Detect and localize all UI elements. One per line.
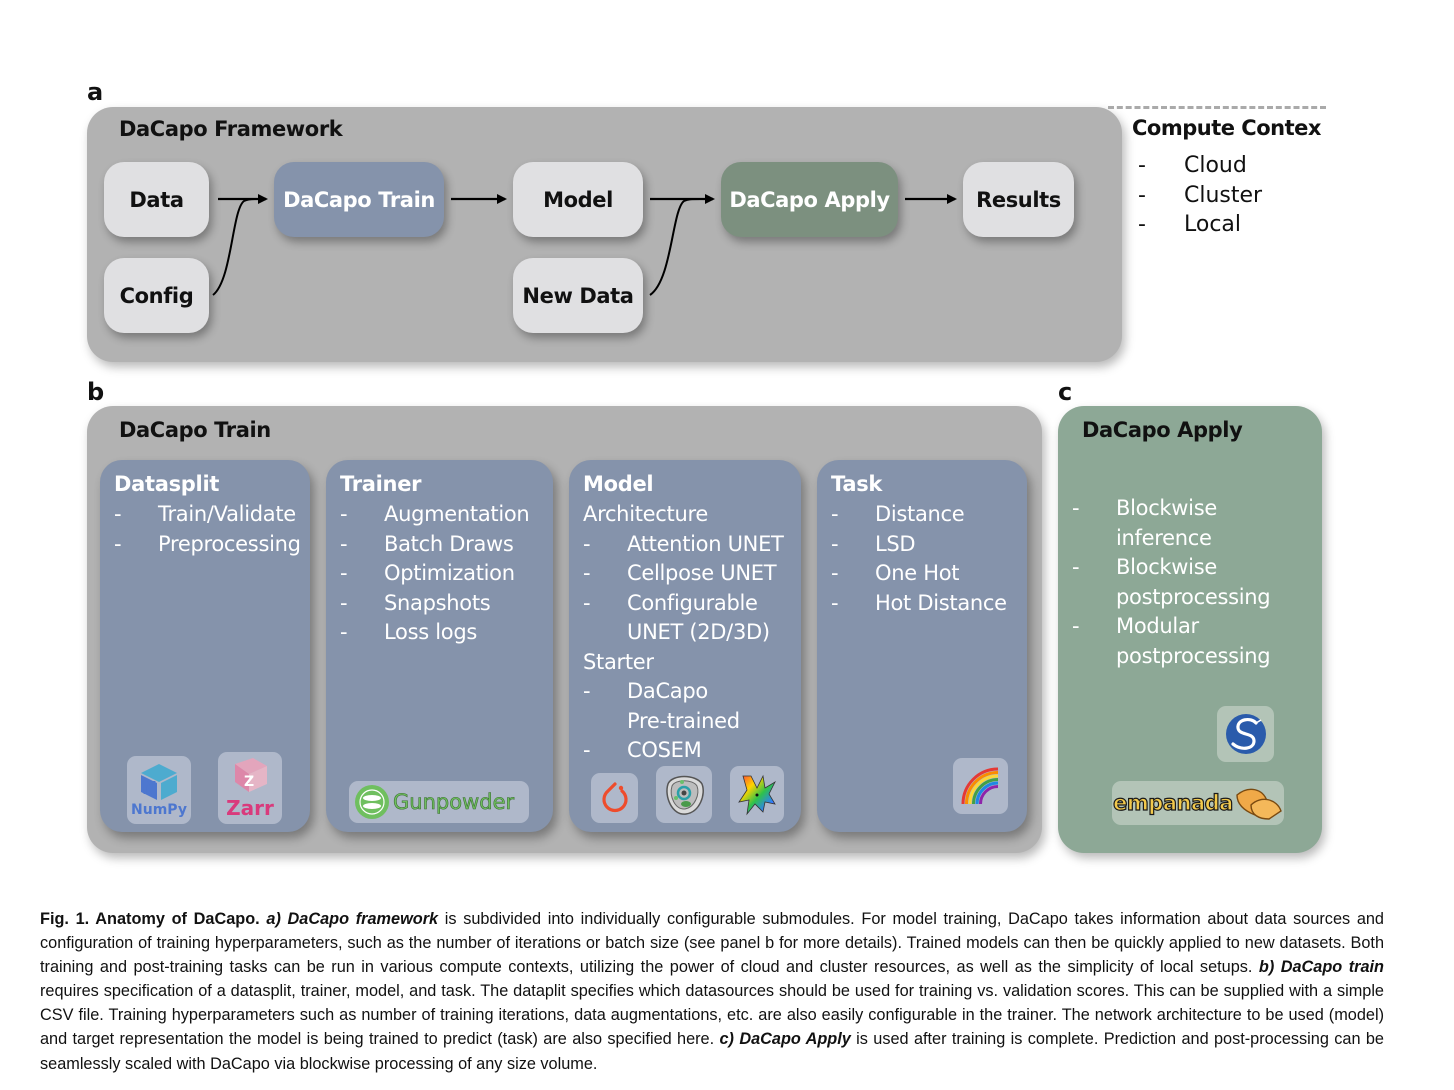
framework-title: DaCapo Framework [119, 117, 343, 141]
gunpowder-logo: Gunpowder [349, 781, 529, 823]
list-item-continuation: UNET (2D/3D) [627, 620, 770, 644]
list-item: - Distance [831, 502, 965, 526]
list-item: - Blockwise [1072, 496, 1217, 520]
empanada-logo: empanada [1112, 781, 1284, 825]
caption-fig-label: Fig. 1. Anatomy of DaCapo. [40, 910, 260, 928]
list-item: - Cellpose UNET [583, 561, 777, 585]
list-item: - Augmentation [340, 502, 530, 526]
caption-a-label: a) DaCapo framework [266, 910, 439, 928]
pytorch-icon [601, 782, 628, 813]
rainbow-logo [953, 758, 1008, 814]
list-item: - Snapshots [340, 590, 491, 615]
compute-context-item: - Cloud [1138, 153, 1247, 178]
compute-context-item: - Local [1138, 212, 1242, 237]
data-node: Data [104, 162, 209, 237]
list-item: - Preprocessing [114, 531, 301, 556]
architecture-heading: Architecture [583, 502, 708, 526]
rainbow-icon [961, 767, 998, 805]
zarr-logo: Z Zarr [218, 752, 282, 824]
numpy-label: NumPy [131, 802, 187, 818]
numpy-cube-icon: N [141, 764, 177, 800]
trainer-card: Trainer - Augmentation - Batch Draws - Opti… [326, 460, 553, 832]
caption-b-label: b) DaCapo train [1258, 958, 1384, 977]
list-item: - LSD [831, 531, 916, 556]
config-node: Config [104, 258, 209, 333]
svg-text:N: N [142, 778, 157, 799]
list-item: - Blockwise [1072, 555, 1217, 579]
gunpowder-label: Gunpowder [393, 790, 515, 815]
list-item: - Train/Validate [114, 502, 296, 526]
compute-context-title: Compute Contex [1132, 116, 1321, 140]
list-item: - Attention UNET [583, 531, 784, 556]
scipy-icon [1225, 714, 1266, 754]
dacapo-apply-node: DaCapo Apply [721, 162, 898, 237]
list-item: - Hot Distance [831, 590, 1007, 615]
gunpowder-seal-icon [355, 785, 389, 819]
neuron-icon [738, 774, 776, 815]
svg-text:Z: Z [244, 774, 254, 790]
train-panel-title: DaCapo Train [119, 418, 271, 442]
datasplit-title: Datasplit [114, 472, 220, 496]
trainer-title: Trainer [340, 472, 422, 496]
list-item-continuation: postprocessing [1116, 584, 1271, 609]
panel-label-c: c [1058, 378, 1073, 406]
starter-heading: Starter [583, 649, 654, 674]
figure-caption: Fig. 1. Anatomy of DaCapo. a) DaCapo fra… [40, 907, 1384, 1076]
apply-panel-title: DaCapo Apply [1082, 418, 1243, 442]
list-item: - COSEM [583, 738, 702, 762]
model-node: Model [513, 162, 643, 237]
apply-list: - Blockwise inference - Blockwise postproc… [1072, 494, 1271, 671]
list-item: - One Hot [831, 561, 960, 585]
list-item-continuation: postprocessing [1116, 643, 1271, 668]
panel-label-b: b [87, 378, 105, 406]
list-item: - Configurable [583, 590, 758, 615]
neuron-logo [730, 766, 784, 823]
zarr-grid-icon: Z [235, 758, 267, 792]
list-item: - Optimization [340, 561, 515, 585]
cell-logo [656, 766, 712, 823]
compute-context-list: - Cloud - Cluster - Local [1138, 151, 1262, 240]
list-item: - Loss logs [340, 620, 477, 644]
model-card: Model Architecture - Attention UNET - Cell… [569, 460, 801, 832]
scipy-logo [1217, 706, 1274, 762]
empanada-pastry-icon [1236, 788, 1282, 820]
panel-label-a: a [87, 78, 104, 106]
list-item: - DaCapo [583, 679, 708, 703]
pytorch-logo [591, 773, 638, 823]
numpy-logo: N NumPy [127, 756, 191, 824]
empanada-label: empanada [1113, 790, 1234, 815]
list-item: - Batch Draws [340, 531, 514, 556]
compute-context-item: - Cluster [1138, 182, 1263, 208]
task-title: Task [831, 472, 883, 496]
list-item: - Modular [1072, 614, 1199, 638]
dacapo-train-node: DaCapo Train [274, 162, 444, 237]
model-title: Model [583, 472, 654, 496]
compute-context-divider [1108, 106, 1326, 109]
caption-c-label: c) DaCapo Apply [719, 1030, 851, 1049]
new-data-node: New Data [513, 258, 643, 333]
zarr-label: Zarr [226, 796, 274, 820]
list-item-continuation: Pre-trained [627, 708, 740, 733]
cell-icon [666, 775, 704, 815]
list-item-continuation: inference [1116, 525, 1212, 550]
task-card: Task - Distance - LSD - One Hot - Hot Distan… [817, 460, 1027, 832]
datasplit-card: Datasplit - Train/Validate - Preprocessing… [100, 460, 310, 832]
results-node: Results [963, 162, 1074, 237]
